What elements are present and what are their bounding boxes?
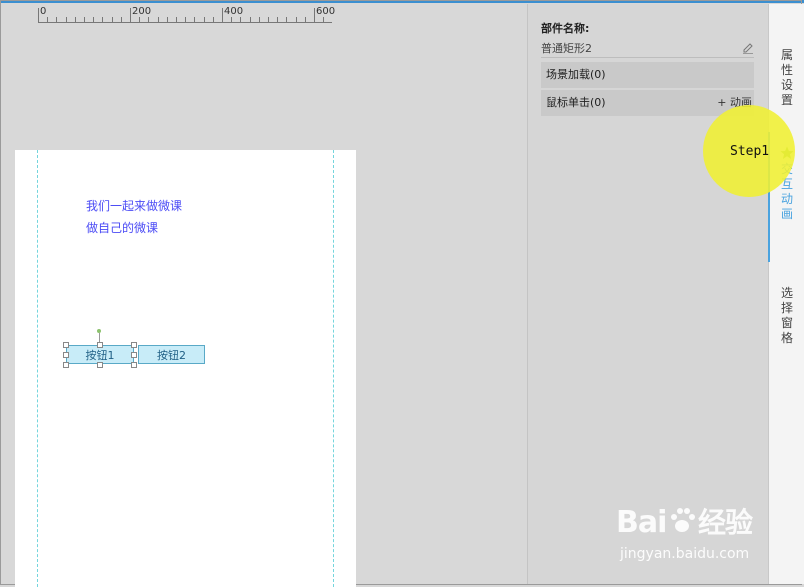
ruler-minor-tick — [240, 17, 242, 22]
ruler-minor-tick — [286, 17, 288, 22]
tab-properties[interactable]: 属 性 设 置 — [769, 48, 804, 108]
svg-text:经验: 经验 — [698, 506, 753, 539]
resize-handle-bl[interactable] — [63, 362, 69, 368]
ruler-label: 200 — [132, 6, 152, 17]
ruler-minor-tick — [304, 17, 306, 22]
side-tabs: 属 性 设 置 交 互 动 画 选 择 窗 格 — [768, 4, 804, 584]
canvas-text-line1[interactable]: 我们一起来做微课 — [86, 197, 182, 214]
tab-char: 置 — [780, 93, 793, 107]
ruler-minor-tick — [231, 17, 233, 22]
component-name-input[interactable]: 普通矩形2 — [541, 40, 592, 56]
ruler-minor-tick — [93, 17, 95, 22]
resize-handle-tr[interactable] — [131, 342, 137, 348]
ruler-minor-tick — [203, 17, 205, 22]
resize-handle-b[interactable] — [97, 362, 103, 368]
button2-element[interactable]: 按钮2 — [138, 345, 205, 364]
ruler-label: 600 — [316, 6, 336, 17]
resize-handle-r[interactable] — [131, 352, 137, 358]
tab-char: 选 — [780, 286, 793, 300]
ruler-minor-tick — [176, 17, 177, 22]
tab-char: 属 — [780, 48, 793, 62]
edit-pencil-icon[interactable] — [742, 42, 754, 54]
ruler-minor-tick — [157, 17, 159, 22]
watermark-logo: Bai 经验 — [616, 500, 766, 550]
tab-char: 性 — [780, 63, 793, 77]
ruler-minor-tick — [258, 17, 260, 22]
ruler-minor-tick — [185, 17, 187, 22]
ruler-major-tick — [130, 8, 131, 22]
ruler-major-tick — [314, 8, 315, 22]
tab-selection-pane[interactable]: 选 择 窗 格 — [769, 286, 804, 346]
ruler-minor-tick — [268, 17, 269, 22]
step-label: Step1 — [730, 144, 770, 159]
ruler-minor-tick — [56, 17, 58, 22]
right-guide-line — [333, 150, 334, 587]
canvas-page[interactable]: 我们一起来做微课 做自己的微课 按钮1 按钮2 — [15, 150, 356, 587]
ruler-minor-tick — [212, 17, 214, 22]
baidu-logo-icon: Bai 经验 — [616, 505, 754, 540]
rotate-handle[interactable] — [97, 329, 101, 333]
ruler-minor-tick — [120, 17, 122, 22]
ruler-minor-tick — [249, 17, 251, 22]
event-row-scene-load[interactable]: 场景加载(0) — [541, 62, 754, 88]
ruler-label: 0 — [40, 6, 47, 17]
ruler-label: 400 — [224, 6, 244, 17]
tab-char: 窗 — [780, 316, 793, 330]
ruler-minor-tick — [65, 17, 67, 22]
ruler-minor-tick — [323, 17, 325, 22]
ruler-minor-tick — [139, 17, 141, 22]
event-label: 鼠标单击(0) — [546, 96, 606, 109]
canvas-text-line2[interactable]: 做自己的微课 — [86, 219, 158, 236]
ruler-minor-tick — [111, 17, 113, 22]
tab-char: 画 — [780, 207, 793, 221]
properties-panel: 部件名称: 普通矩形2 场景加载(0) 鼠标单击(0) + 动画 — [527, 4, 768, 584]
left-guide-line — [37, 150, 38, 587]
resize-handle-l[interactable] — [63, 352, 69, 358]
event-label: 场景加载(0) — [546, 68, 606, 81]
horizontal-ruler: 0 200 400 600 — [38, 6, 336, 23]
ruler-minor-tick — [277, 17, 279, 22]
tab-char: 择 — [780, 301, 793, 315]
ruler-minor-tick — [102, 17, 104, 22]
ruler-minor-tick — [194, 17, 196, 22]
ruler-minor-tick — [148, 17, 150, 22]
tab-char: 设 — [780, 78, 793, 92]
resize-handle-tl[interactable] — [63, 342, 69, 348]
ruler-minor-tick — [295, 17, 297, 22]
tab-char: 格 — [780, 331, 793, 345]
component-name-underline — [541, 57, 754, 58]
watermark-url: jingyan.baidu.com — [620, 546, 750, 562]
tab-char: 动 — [780, 192, 793, 206]
component-name-label: 部件名称: — [541, 22, 590, 35]
svg-text:Bai: Bai — [616, 505, 666, 540]
resize-handle-t[interactable] — [97, 342, 103, 348]
ruler-major-tick — [38, 8, 39, 22]
ruler-minor-tick — [84, 17, 85, 22]
ruler-minor-tick — [74, 17, 76, 22]
resize-handle-br[interactable] — [131, 362, 137, 368]
ruler-minor-tick — [47, 17, 49, 22]
baidu-jingyan-watermark: Bai 经验 jingyan.baidu.com — [616, 500, 766, 575]
ruler-minor-tick — [166, 17, 168, 22]
ruler-major-tick — [222, 8, 223, 22]
